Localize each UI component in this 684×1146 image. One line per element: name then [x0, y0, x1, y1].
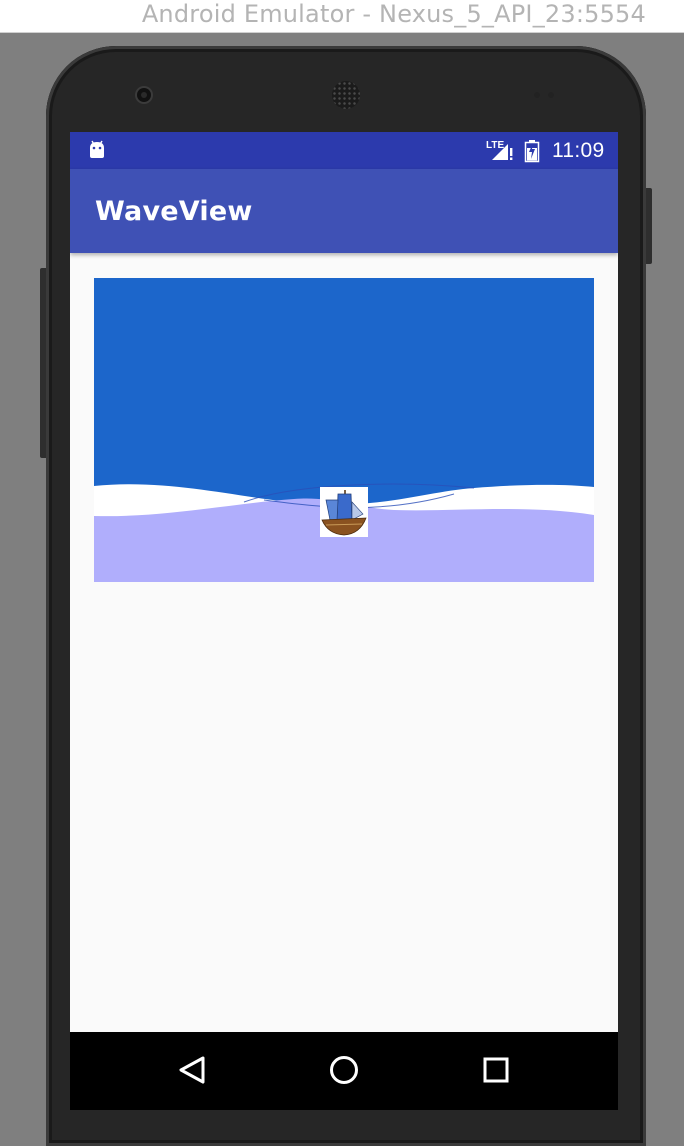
- device-screen: LTE 11:09 WaveView: [70, 132, 618, 1110]
- status-clock: 11:09: [552, 139, 605, 162]
- emulator-window-title: Android Emulator - Nexus_5_API_23:5554: [141, 0, 646, 28]
- phone-power-button[interactable]: [645, 188, 652, 264]
- emulator-title-bar: Android Emulator - Nexus_5_API_23:5554: [0, 0, 684, 33]
- battery-icon: [524, 140, 540, 163]
- wave-canvas: [94, 278, 594, 582]
- wave-view: [94, 278, 594, 582]
- lte-signal-icon: [492, 144, 513, 160]
- navigation-bar: [70, 1032, 618, 1110]
- earpiece-speaker-icon: [332, 81, 360, 109]
- home-icon[interactable]: [320, 1048, 368, 1092]
- sailing-ship-icon: [320, 487, 368, 537]
- recents-icon[interactable]: [472, 1048, 520, 1092]
- front-camera-icon: [137, 88, 151, 102]
- back-icon[interactable]: [168, 1048, 216, 1092]
- app-title: WaveView: [95, 196, 253, 227]
- proximity-sensor-icon: [534, 92, 554, 98]
- status-bar: LTE 11:09: [70, 132, 618, 169]
- android-debug-icon: [90, 140, 104, 158]
- app-toolbar: WaveView: [70, 169, 618, 253]
